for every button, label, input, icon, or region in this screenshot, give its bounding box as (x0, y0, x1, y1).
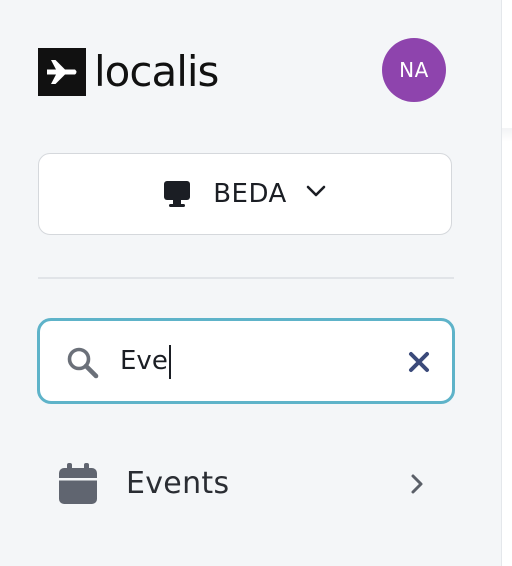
main-content-edge (502, 0, 512, 566)
search-box[interactable] (37, 318, 455, 404)
logo-text: localis (94, 47, 219, 96)
search-input[interactable] (120, 339, 380, 383)
monitor-icon (163, 179, 191, 209)
sidebar-item-events[interactable]: Events (38, 446, 452, 524)
text-caret (169, 345, 171, 379)
workspace-selector[interactable]: BEDA (38, 153, 452, 235)
sidebar: localis NA BEDA Eve Events (0, 0, 502, 566)
logo[interactable]: localis (38, 47, 219, 96)
chevron-down-icon (305, 180, 327, 202)
calendar-icon (58, 463, 98, 505)
avatar-initials: NA (399, 58, 429, 82)
workspace-name: BEDA (213, 179, 287, 209)
close-icon[interactable] (406, 349, 432, 375)
airplane-logo-icon (38, 48, 86, 96)
chevron-right-icon (408, 472, 426, 496)
header-shadow (502, 128, 512, 142)
sidebar-item-label: Events (126, 466, 230, 501)
search-icon (66, 346, 100, 380)
divider (38, 277, 454, 279)
user-avatar[interactable]: NA (382, 38, 446, 102)
